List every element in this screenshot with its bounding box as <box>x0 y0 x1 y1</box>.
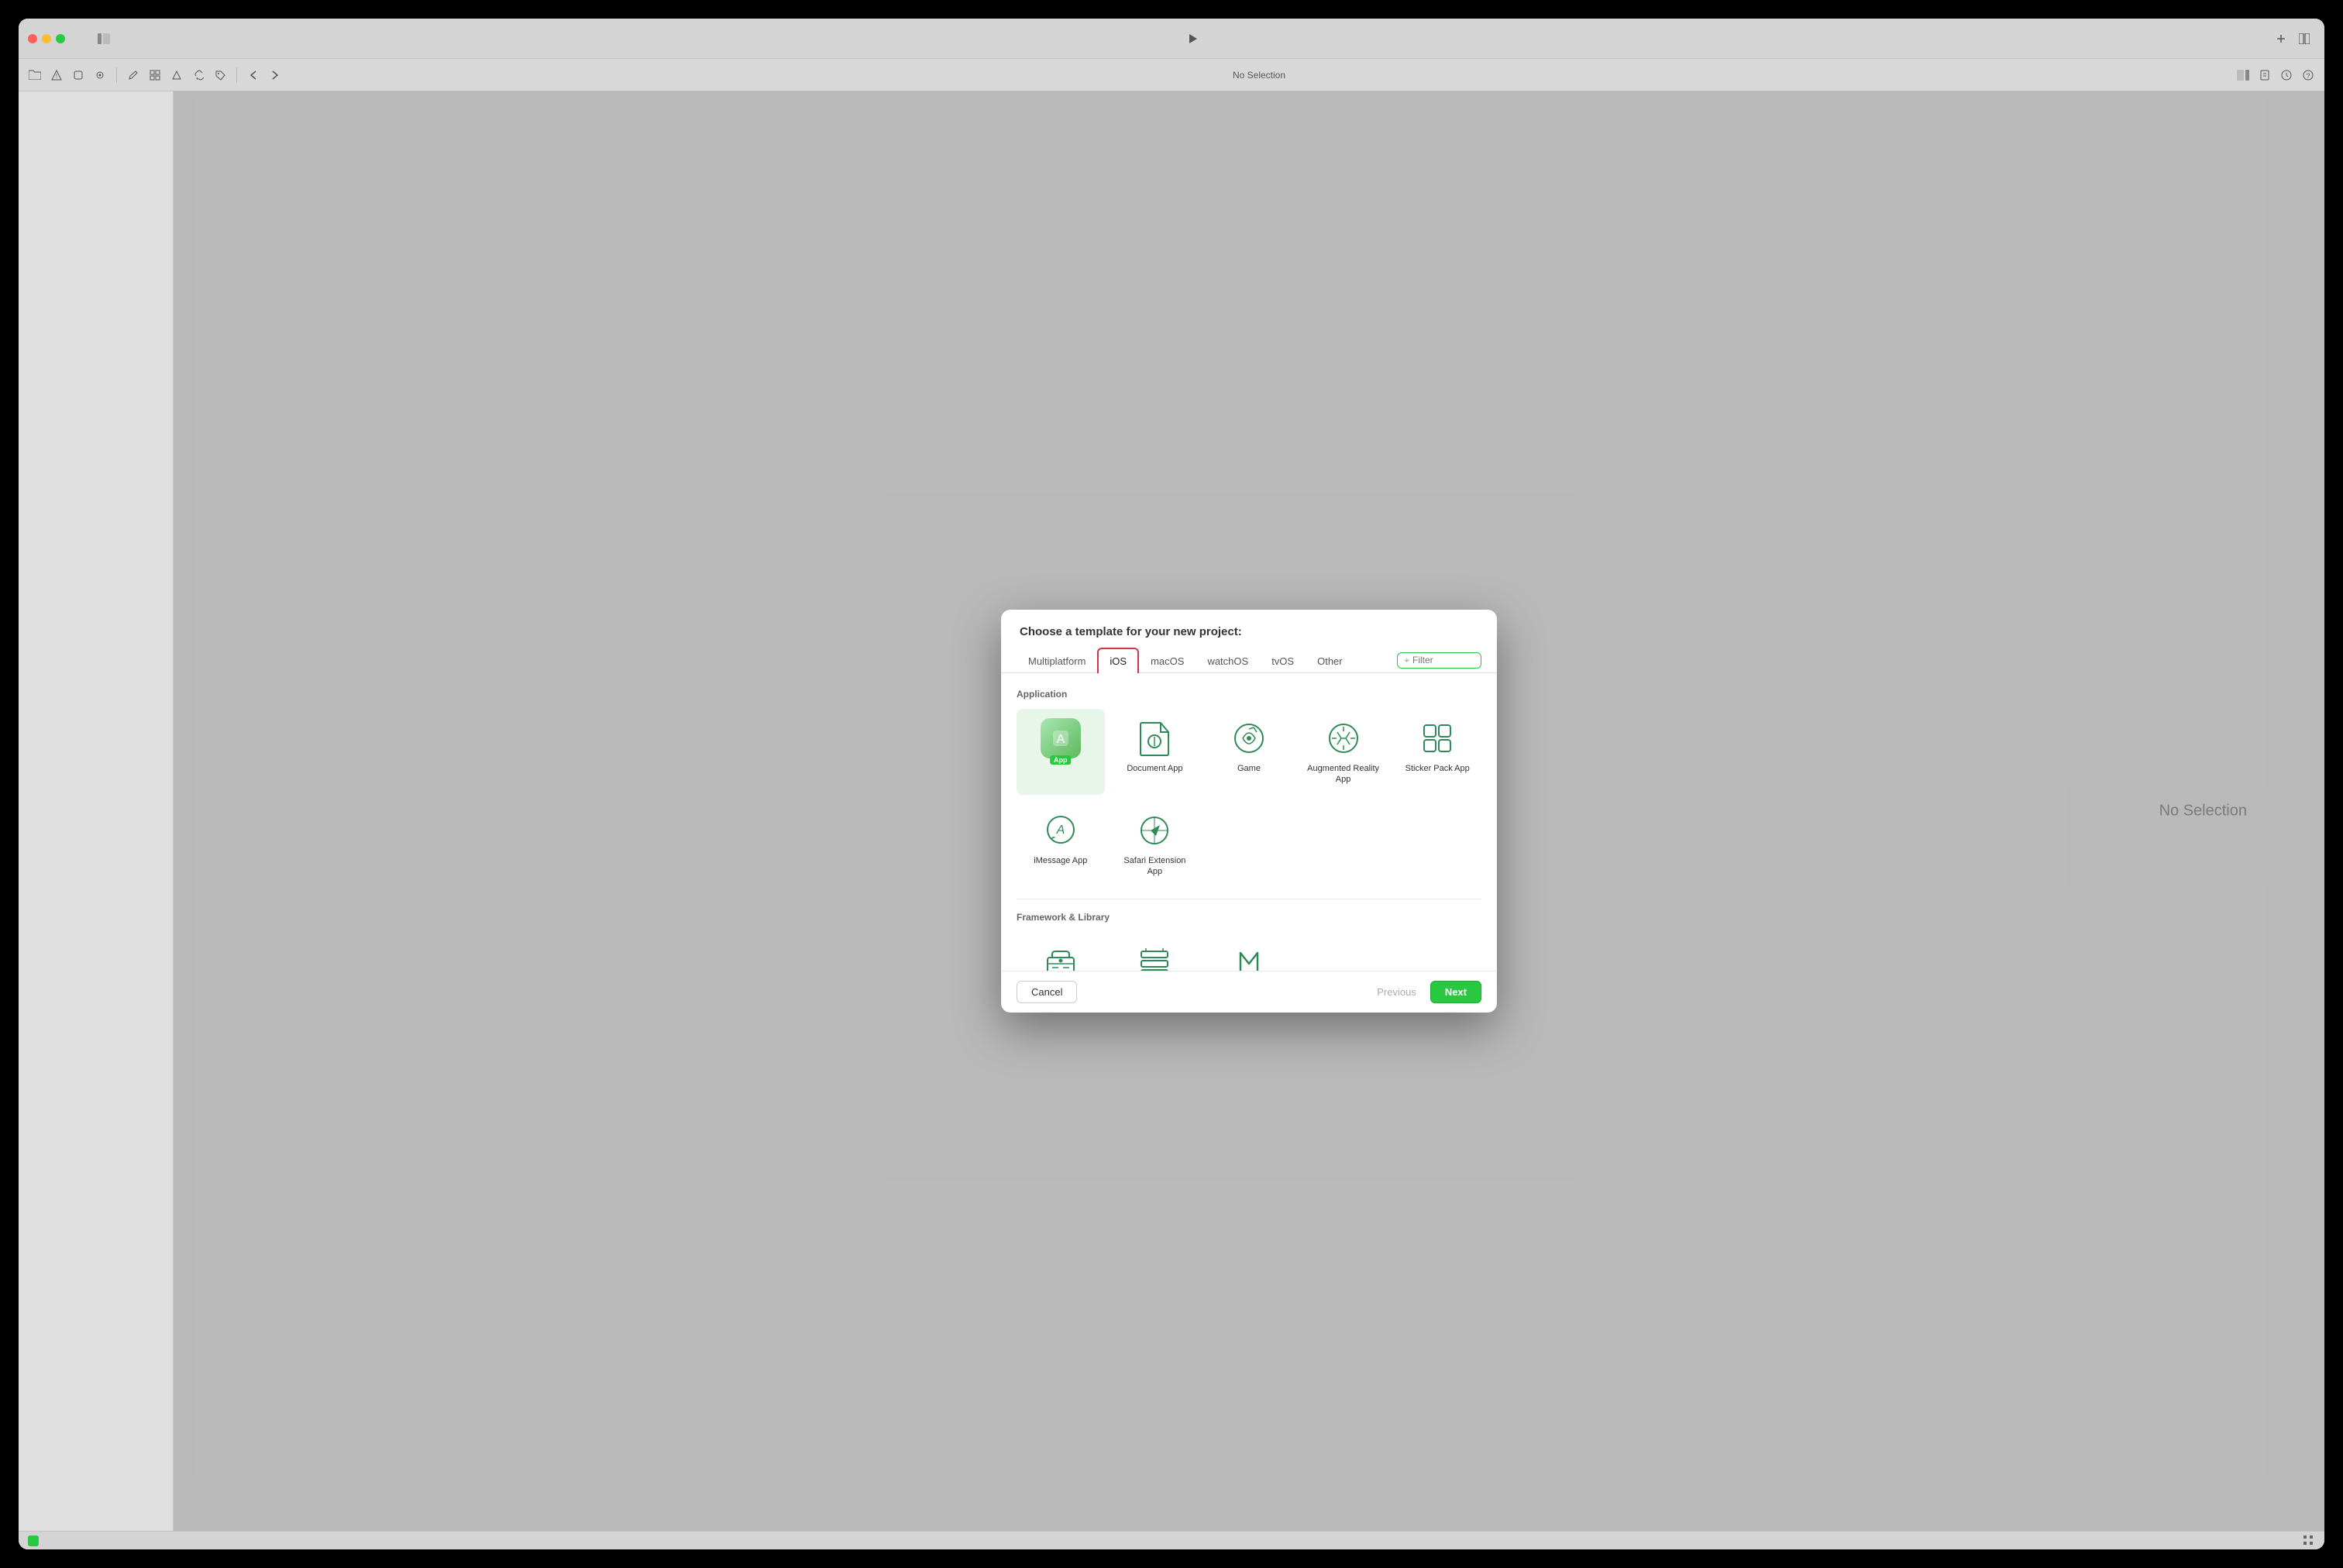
ar-app-label: Augmented Reality App <box>1306 763 1381 786</box>
link-icon-button[interactable] <box>188 65 208 85</box>
svg-text:!: ! <box>56 73 57 80</box>
svg-text:?: ? <box>2306 72 2310 80</box>
toolbar-icons-left <box>93 28 115 50</box>
filter-area: ⌖ <box>1397 652 1481 669</box>
template-app[interactable]: A App <box>1017 709 1105 795</box>
ar-icon <box>1323 718 1364 758</box>
modal-footer: Cancel Previous Next <box>1001 971 1497 1013</box>
grid-view-icon[interactable] <box>2303 1535 2315 1547</box>
sticker-pack-label: Sticker Pack App <box>1405 763 1470 774</box>
filter-input[interactable] <box>1412 655 1474 665</box>
modal-overlay: Choose a template for your new project: … <box>174 91 2324 1531</box>
modal-header: Choose a template for your new project: <box>1001 610 1497 648</box>
application-grid: A App <box>1017 709 1481 886</box>
main-area: No Selection Choose a template for your … <box>19 91 2324 1531</box>
no-selection-text: No Selection <box>288 70 2230 81</box>
sidebar-toggle-button[interactable] <box>93 28 115 50</box>
template-document-app[interactable]: Document App <box>1111 709 1199 795</box>
tab-watchos[interactable]: watchOS <box>1196 648 1260 673</box>
toolbar-divider-2 <box>236 67 237 83</box>
document-app-icon <box>1134 718 1175 758</box>
toolbar: ! <box>19 59 2324 91</box>
title-bar <box>19 19 2324 59</box>
folder-icon-button[interactable] <box>25 65 45 85</box>
template-imessage-app[interactable]: A iMessage App <box>1017 801 1105 887</box>
status-bar-right <box>2303 1535 2315 1547</box>
modal-title: Choose a template for your new project: <box>1020 625 1478 638</box>
metal-icon <box>1229 941 1269 971</box>
app-badge: App <box>1050 755 1072 765</box>
inspector-toggle-button[interactable] <box>2233 65 2253 85</box>
sticker-icon <box>1417 718 1457 758</box>
filter-icon: ⌖ <box>1404 655 1409 666</box>
pencil-icon-button[interactable] <box>123 65 143 85</box>
traffic-lights <box>28 34 65 43</box>
new-file-button[interactable] <box>2255 65 2275 85</box>
sidebar <box>19 91 174 1531</box>
stop-icon-button[interactable] <box>68 65 88 85</box>
safari-icon <box>1134 810 1175 851</box>
svg-text:A: A <box>1056 733 1065 746</box>
safari-ext-label: Safari Extension App <box>1117 855 1193 878</box>
static-library-icon <box>1134 941 1175 971</box>
minimize-button[interactable] <box>42 34 51 43</box>
game-icon <box>1229 718 1269 758</box>
template-ar-app[interactable]: Augmented Reality App <box>1299 709 1388 795</box>
tag-icon-button[interactable] <box>210 65 230 85</box>
cancel-button[interactable]: Cancel <box>1017 981 1077 1003</box>
template-framework[interactable]: Framework <box>1017 932 1105 971</box>
clock-button[interactable] <box>2276 65 2297 85</box>
shape-icon-button[interactable] <box>167 65 187 85</box>
run-button[interactable] <box>1182 28 1203 50</box>
app-icon-bg: A App <box>1041 718 1081 758</box>
template-game[interactable]: Game <box>1205 709 1293 795</box>
framework-section-title: Framework & Library <box>1017 912 1481 923</box>
app-icon: A App <box>1041 718 1081 758</box>
framework-grid: Framework <box>1017 932 1481 971</box>
game-label: Game <box>1237 763 1261 774</box>
help-button[interactable]: ? <box>2298 65 2318 85</box>
modal-body: Application A <box>1001 673 1497 971</box>
framework-icon <box>1041 941 1081 971</box>
svg-text:A: A <box>1055 824 1065 837</box>
template-metal-library[interactable]: Metal Library <box>1205 932 1293 971</box>
toolbar-section-right: ? <box>2233 65 2318 85</box>
tab-multiplatform[interactable]: Multiplatform <box>1017 648 1097 673</box>
template-sticker-pack[interactable]: Sticker Pack App <box>1393 709 1481 795</box>
tab-other[interactable]: Other <box>1306 648 1354 673</box>
toolbar-nav-section <box>243 65 285 85</box>
template-static-library[interactable]: Static Library <box>1111 932 1199 971</box>
document-app-label: Document App <box>1127 763 1182 774</box>
previous-button[interactable]: Previous <box>1363 982 1430 1002</box>
imessage-app-label: iMessage App <box>1034 855 1087 866</box>
main-window: ! <box>19 19 2324 1549</box>
template-safari-ext[interactable]: Safari Extension App <box>1111 801 1199 887</box>
add-button[interactable] <box>2270 28 2292 50</box>
split-view-button[interactable] <box>2293 28 2315 50</box>
toolbar-section-left: ! <box>25 65 110 85</box>
tabs-bar: Multiplatform iOS macOS watchOS tvOS Oth… <box>1001 648 1497 673</box>
imessage-icon: A <box>1041 810 1081 851</box>
status-indicator <box>28 1535 39 1546</box>
status-bar <box>19 1531 2324 1549</box>
warning-icon-button[interactable]: ! <box>46 65 67 85</box>
toolbar-divider-1 <box>116 67 117 83</box>
grid-icon-button[interactable] <box>145 65 165 85</box>
next-button[interactable]: Next <box>1430 981 1481 1003</box>
maximize-button[interactable] <box>56 34 65 43</box>
content-area: No Selection Choose a template for your … <box>174 91 2324 1531</box>
template-chooser-modal: Choose a template for your new project: … <box>1001 610 1497 1013</box>
toolbar-section-mid <box>123 65 230 85</box>
forward-button[interactable] <box>265 65 285 85</box>
toolbar-icons-right <box>2270 28 2315 50</box>
tab-macos[interactable]: macOS <box>1139 648 1196 673</box>
back-button[interactable] <box>243 65 263 85</box>
application-section-title: Application <box>1017 689 1481 700</box>
gear-icon-button[interactable] <box>90 65 110 85</box>
tab-tvos[interactable]: tvOS <box>1260 648 1306 673</box>
tab-ios[interactable]: iOS <box>1097 648 1139 673</box>
close-button[interactable] <box>28 34 37 43</box>
